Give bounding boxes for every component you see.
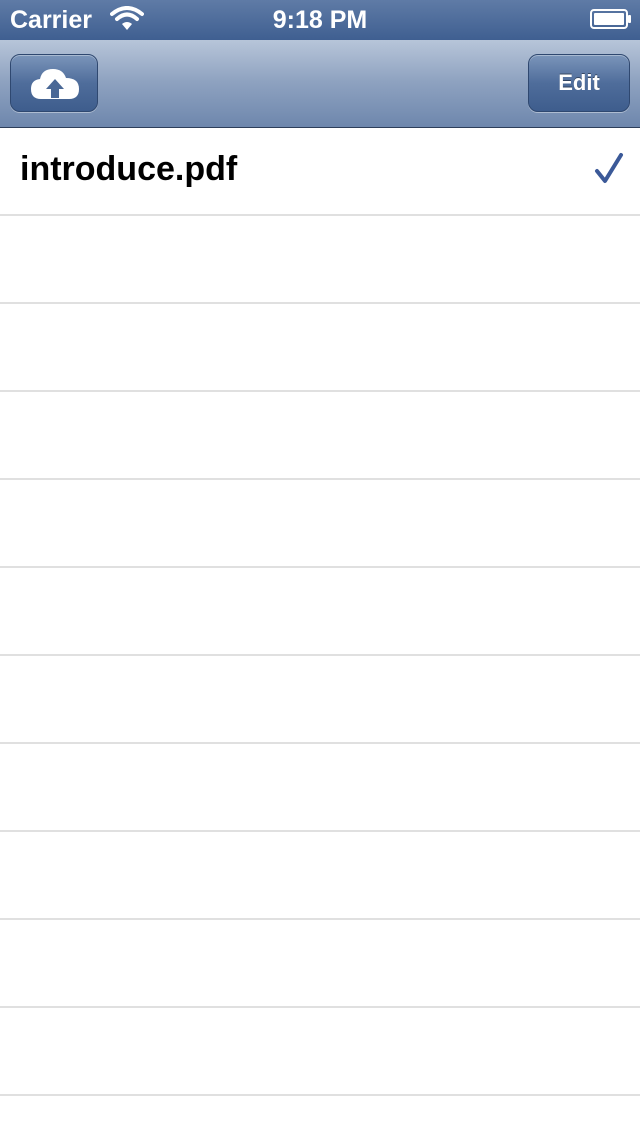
navigation-bar: Edit [0, 40, 640, 128]
status-time: 9:18 PM [272, 6, 368, 34]
empty-row [0, 392, 640, 480]
empty-row [0, 216, 640, 304]
empty-row [0, 832, 640, 920]
empty-row [0, 304, 640, 392]
file-name: introduce.pdf [20, 150, 238, 188]
cloud-upload-icon [31, 69, 79, 99]
file-row[interactable]: introduce.pdf [0, 128, 640, 216]
battery-icon [590, 9, 631, 29]
status-bar: Carrier 9:18 PM [0, 0, 640, 40]
upload-button[interactable] [10, 54, 98, 112]
empty-row [0, 920, 640, 1008]
empty-row [0, 480, 640, 568]
empty-row [0, 568, 640, 656]
empty-row [0, 656, 640, 744]
empty-row [0, 744, 640, 832]
empty-row [0, 1008, 640, 1096]
edit-button[interactable]: Edit [528, 54, 630, 112]
screen: Carrier 9:18 PM Edit introduce.pdf [0, 0, 640, 1136]
file-list: introduce.pdf [0, 128, 640, 1136]
checkmark-icon [595, 153, 623, 183]
